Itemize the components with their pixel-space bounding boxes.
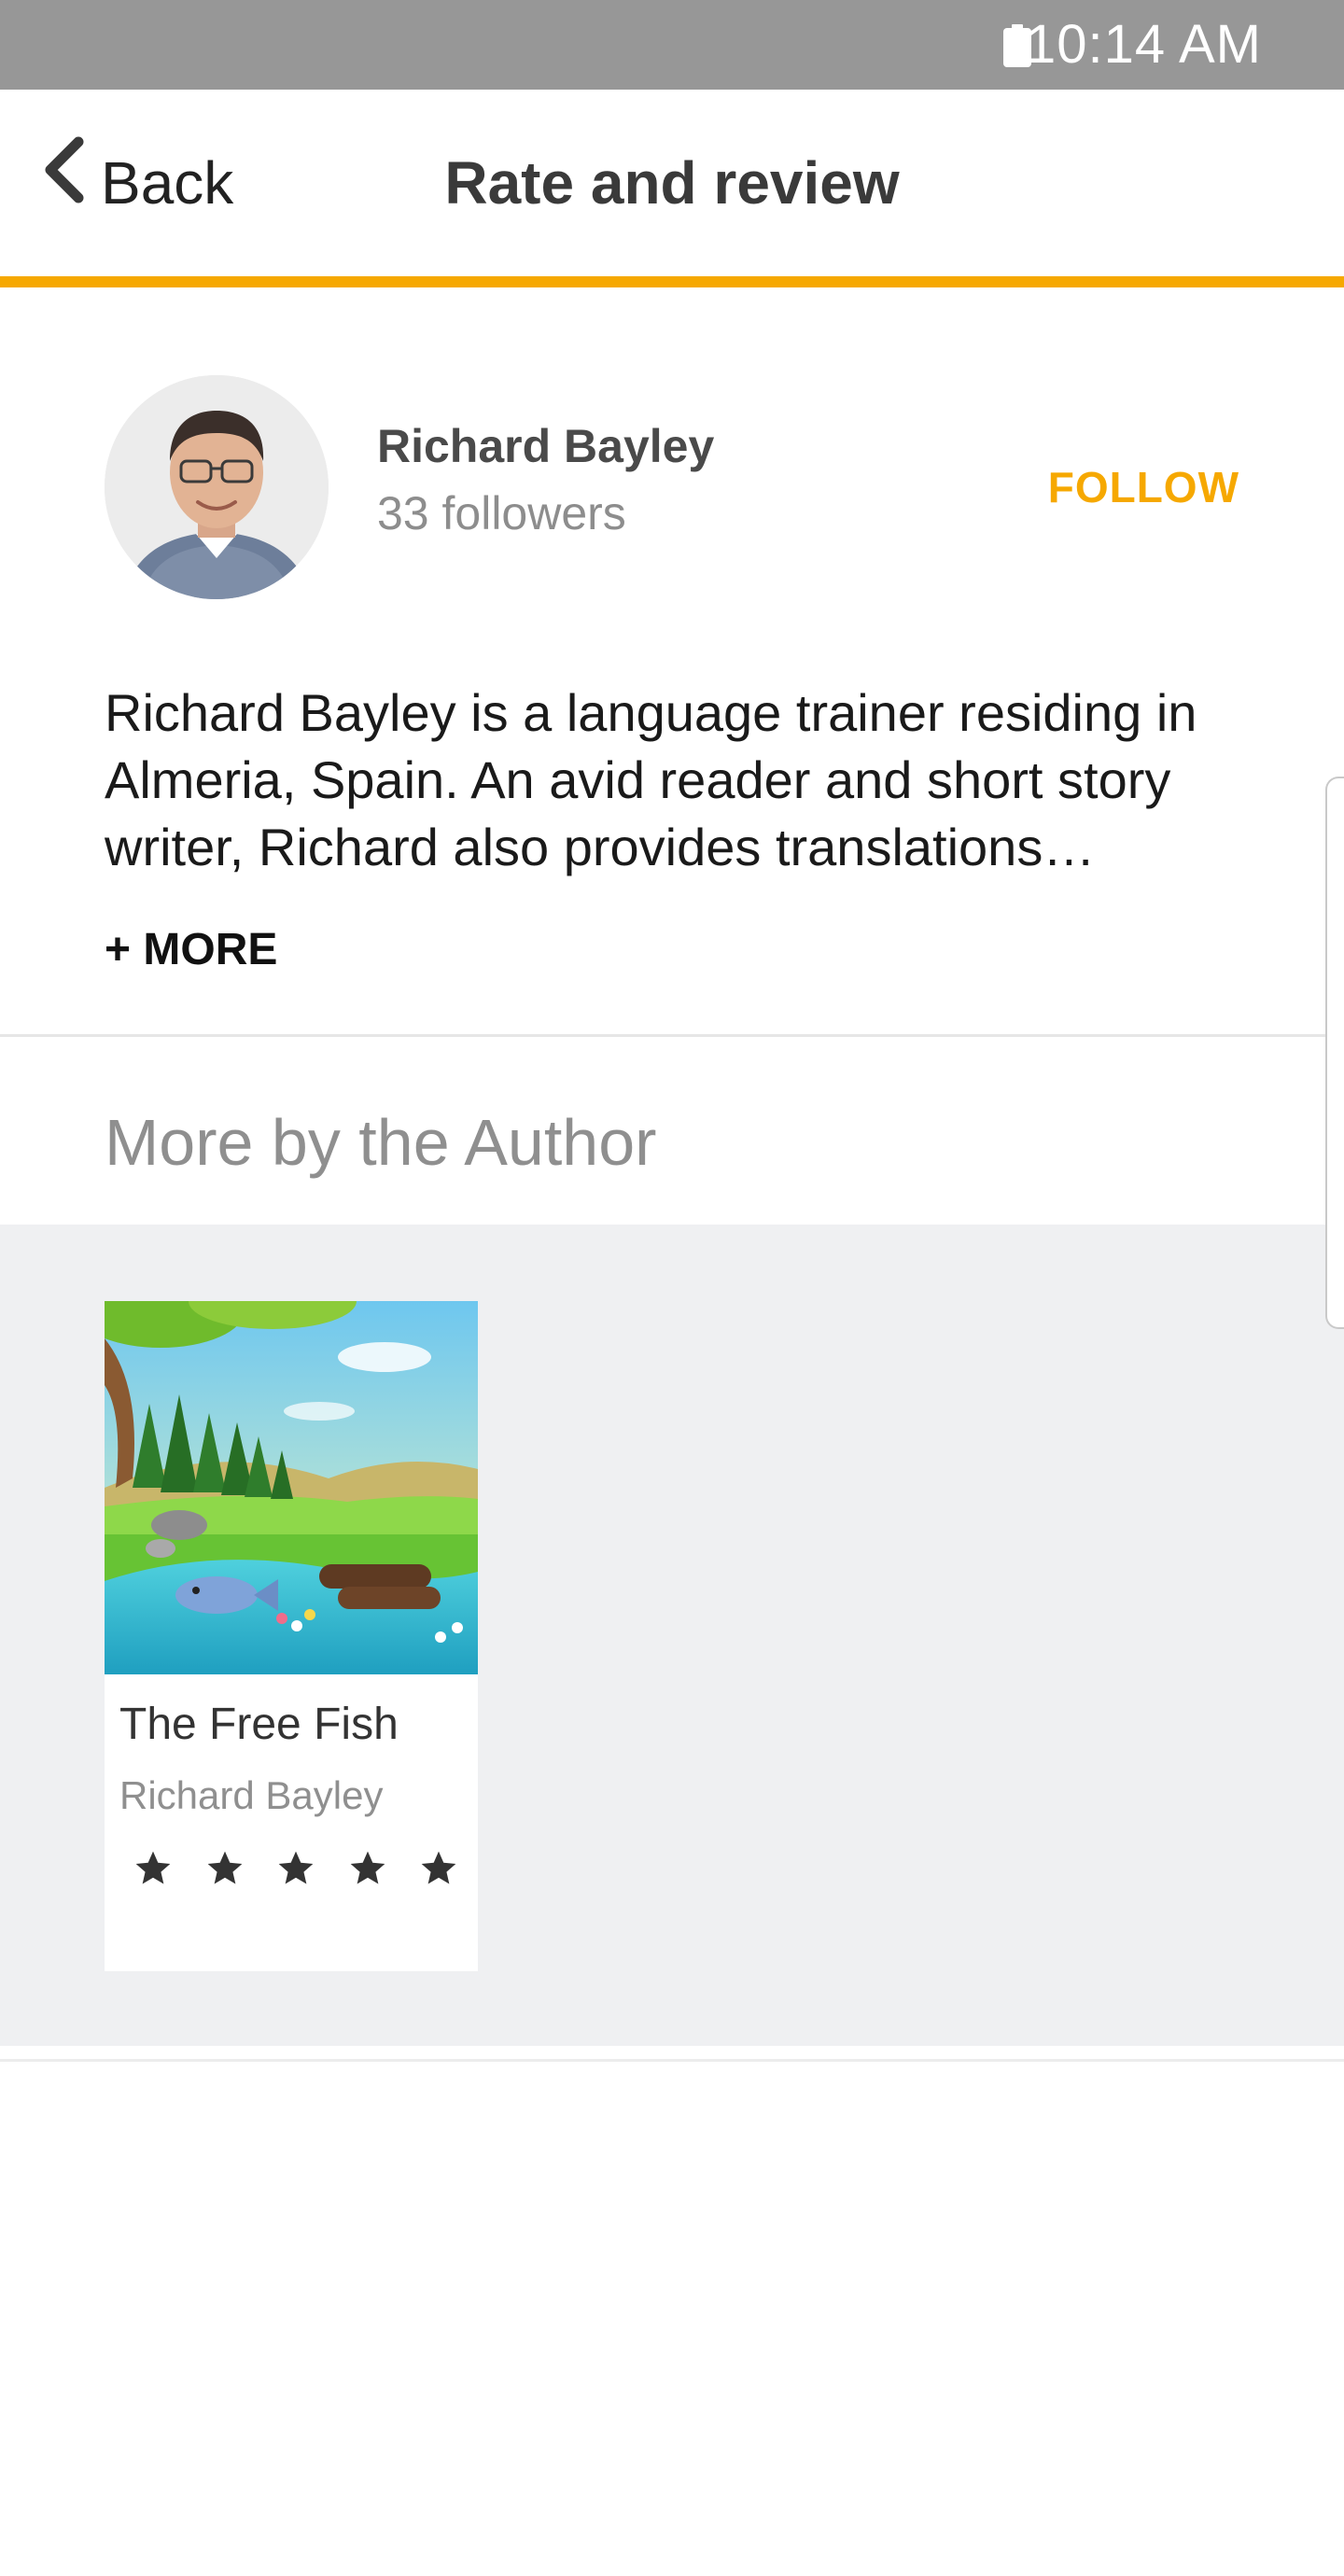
book-cover [105, 1301, 478, 1674]
book-cover-illustration [105, 1301, 478, 1674]
divider [0, 1034, 1344, 1037]
chevron-left-icon [45, 136, 84, 203]
star-icon [278, 1851, 314, 1884]
section-title: More by the Author [105, 1106, 657, 1179]
follow-button[interactable]: FOLLOW [1048, 457, 1239, 517]
author-photo [105, 375, 329, 599]
author-name: Richard Bayley [377, 420, 715, 472]
star-icon [350, 1851, 385, 1884]
divider [0, 2059, 1344, 2062]
header: Rate and review Back [0, 90, 1344, 276]
author-avatar[interactable] [105, 375, 329, 599]
author-bio: Richard Bayley is a language trainer res… [105, 683, 1197, 876]
star-icon [207, 1851, 242, 1884]
status-time: 10:14 AM [1025, 14, 1262, 75]
status-bar: 10:14 AM [0, 0, 1344, 90]
book-card[interactable]: The Free Fish Richard Bayley [105, 1301, 478, 1971]
books-area: The Free Fish Richard Bayley [0, 1225, 1344, 2046]
header-accent-bar [0, 276, 1344, 287]
more-button[interactable]: + MORE [105, 920, 277, 980]
author-followers: 33 followers [377, 487, 626, 539]
scrollbar[interactable] [1325, 777, 1344, 1329]
book-author: Richard Bayley [119, 1773, 384, 1817]
back-button[interactable]: Back [37, 136, 261, 230]
book-rating [133, 1841, 459, 1897]
star-icon [135, 1851, 171, 1884]
back-label: Back [101, 149, 234, 217]
book-title: The Free Fish [119, 1700, 399, 1749]
star-icon [421, 1851, 456, 1884]
